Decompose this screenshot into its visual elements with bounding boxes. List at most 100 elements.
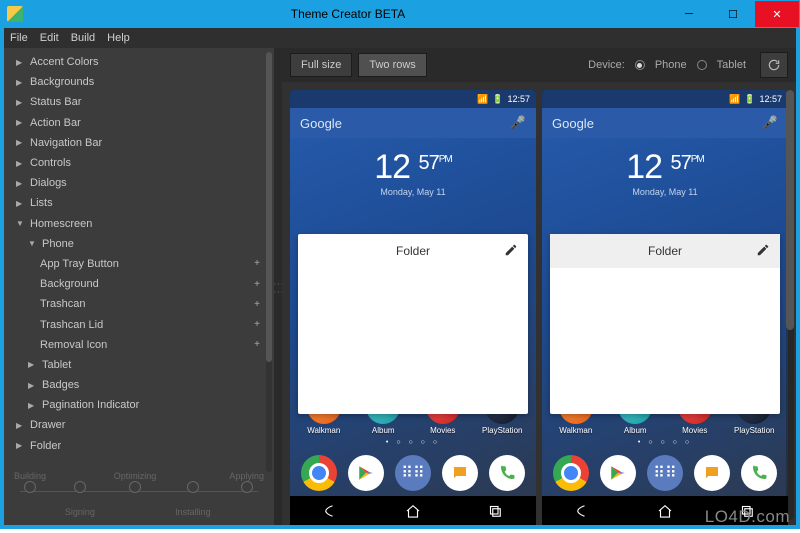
- folder-popup[interactable]: Folder: [298, 234, 528, 414]
- progress-signing: Signing: [65, 507, 95, 517]
- home-icon[interactable]: [656, 502, 674, 525]
- folder-title: Folder: [648, 244, 682, 258]
- splitter-handle[interactable]: ⋮⋮: [274, 48, 282, 525]
- google-search-bar[interactable]: Google 🎤: [542, 108, 788, 138]
- mic-icon[interactable]: 🎤: [762, 115, 778, 131]
- back-icon[interactable]: [574, 502, 592, 525]
- status-time: 12:57: [759, 94, 782, 104]
- phone-statusbar: 📶 🔋 12:57: [290, 90, 536, 108]
- messaging-icon[interactable]: [694, 455, 730, 491]
- menu-edit[interactable]: Edit: [40, 32, 59, 44]
- tree-item-tablet[interactable]: ▶Tablet: [4, 355, 274, 375]
- tree-item-phone[interactable]: ▼Phone: [4, 234, 274, 254]
- app-body: ▶Accent Colors▶Backgrounds▶Status Bar▶Ac…: [0, 48, 800, 529]
- clock-widget: 12 57PM Monday, May 11: [290, 138, 536, 203]
- page-indicator: • ○ ○ ○ ○: [542, 435, 788, 450]
- pencil-icon[interactable]: [504, 243, 518, 262]
- android-navbar: [290, 496, 536, 525]
- radio-phone[interactable]: [635, 60, 645, 70]
- tree-item-navigation-bar[interactable]: ▶Navigation Bar: [4, 133, 274, 153]
- tree-item-trashcan-lid[interactable]: Trashcan Lid+: [4, 314, 274, 334]
- sidebar: ▶Accent Colors▶Backgrounds▶Status Bar▶Ac…: [4, 48, 274, 525]
- battery-icon: 🔋: [492, 94, 503, 105]
- signal-icon: 📶: [477, 94, 488, 105]
- dialer-icon[interactable]: [741, 455, 777, 491]
- folder-header: Folder: [550, 234, 780, 268]
- tree-item-controls[interactable]: ▶Controls: [4, 153, 274, 173]
- tree-item-lists[interactable]: ▶Lists: [4, 193, 274, 213]
- menu-build[interactable]: Build: [71, 32, 95, 44]
- menu-file[interactable]: File: [10, 32, 28, 44]
- playstore-icon[interactable]: [600, 455, 636, 491]
- sidebar-scrollbar[interactable]: [266, 52, 272, 472]
- progress-installing: Installing: [175, 507, 211, 517]
- back-icon[interactable]: [322, 502, 340, 525]
- tree-item-trashcan[interactable]: Trashcan+: [4, 294, 274, 314]
- dialer-icon[interactable]: [489, 455, 525, 491]
- messaging-icon[interactable]: [442, 455, 478, 491]
- tree-item-badges[interactable]: ▶Badges: [4, 375, 274, 395]
- refresh-button[interactable]: [760, 52, 788, 78]
- tree-item-removal-icon[interactable]: Removal Icon+: [4, 335, 274, 355]
- device-label: Device:: [588, 59, 625, 71]
- tree-item-pagination-indicator[interactable]: ▶Pagination Indicator: [4, 395, 274, 415]
- app-icon: [7, 6, 23, 22]
- radio-tablet[interactable]: [697, 60, 707, 70]
- clock-date: Monday, May 11: [542, 187, 788, 197]
- tree-item-status-bar[interactable]: ▶Status Bar: [4, 92, 274, 112]
- mic-icon[interactable]: 🎤: [510, 115, 526, 131]
- minimize-button[interactable]: ─: [667, 1, 711, 27]
- tree-item-app-tray-button[interactable]: App Tray Button+: [4, 254, 274, 274]
- phone-wallpaper: 12 57PM Monday, May 11 Folder WWalkman ▣…: [290, 138, 536, 496]
- device-selector: Device: Phone Tablet: [588, 59, 746, 71]
- folder-title: Folder: [396, 244, 430, 258]
- search-label: Google: [552, 116, 594, 131]
- tree-item-dialogs[interactable]: ▶Dialogs: [4, 173, 274, 193]
- radio-tablet-label[interactable]: Tablet: [717, 59, 746, 71]
- preview-toolbar: Full size Two rows Device: Phone Tablet: [282, 48, 796, 82]
- search-label: Google: [300, 116, 342, 131]
- preview-pane: Full size Two rows Device: Phone Tablet …: [282, 48, 796, 525]
- tree-item-drawer[interactable]: ▶Drawer: [4, 415, 274, 435]
- recents-icon[interactable]: [486, 502, 504, 525]
- favorites-bar: ⠿⠿: [542, 450, 788, 496]
- window-controls: ─ ☐ ✕: [667, 1, 799, 27]
- phone-statusbar: 📶 🔋 12:57: [542, 90, 788, 108]
- tree-item-background[interactable]: Background+: [4, 274, 274, 294]
- favorites-bar: ⠿⠿: [290, 450, 536, 496]
- tree-item-homescreen[interactable]: ▼Homescreen: [4, 214, 274, 234]
- folder-popup[interactable]: Folder: [550, 234, 780, 414]
- tree: ▶Accent Colors▶Backgrounds▶Status Bar▶Ac…: [4, 48, 274, 475]
- clock-widget: 12 57PM Monday, May 11: [542, 138, 788, 203]
- folder-header: Folder: [298, 234, 528, 268]
- menubar: File Edit Build Help: [0, 28, 800, 48]
- tree-item-action-bar[interactable]: ▶Action Bar: [4, 113, 274, 133]
- home-icon[interactable]: [404, 502, 422, 525]
- progress-optimizing: Optimizing: [114, 471, 157, 481]
- close-button[interactable]: ✕: [755, 1, 799, 27]
- status-time: 12:57: [507, 94, 530, 104]
- pencil-icon[interactable]: [756, 243, 770, 262]
- menu-help[interactable]: Help: [107, 32, 130, 44]
- radio-phone-label[interactable]: Phone: [655, 59, 687, 71]
- tree-item-folder[interactable]: ▶Folder: [4, 436, 274, 456]
- maximize-button[interactable]: ☐: [711, 1, 755, 27]
- window-title: Theme Creator BETA: [29, 7, 667, 21]
- tree-item-accent-colors[interactable]: ▶Accent Colors: [4, 52, 274, 72]
- refresh-icon: [767, 58, 781, 72]
- chrome-icon[interactable]: [553, 455, 589, 491]
- preview-scrollbar[interactable]: [786, 90, 794, 520]
- clock-date: Monday, May 11: [290, 187, 536, 197]
- watermark: LO4D.com: [705, 507, 790, 527]
- app-tray-icon[interactable]: ⠿⠿: [647, 455, 683, 491]
- tworows-button[interactable]: Two rows: [358, 53, 426, 77]
- build-progress: Building Signing Optimizing Installing A…: [4, 475, 274, 525]
- playstore-icon[interactable]: [348, 455, 384, 491]
- page-indicator: • ○ ○ ○ ○: [290, 435, 536, 450]
- tree-item-backgrounds[interactable]: ▶Backgrounds: [4, 72, 274, 92]
- chrome-icon[interactable]: [301, 455, 337, 491]
- google-search-bar[interactable]: Google 🎤: [290, 108, 536, 138]
- app-tray-icon[interactable]: ⠿⠿: [395, 455, 431, 491]
- signal-icon: 📶: [729, 94, 740, 105]
- fullsize-button[interactable]: Full size: [290, 53, 352, 77]
